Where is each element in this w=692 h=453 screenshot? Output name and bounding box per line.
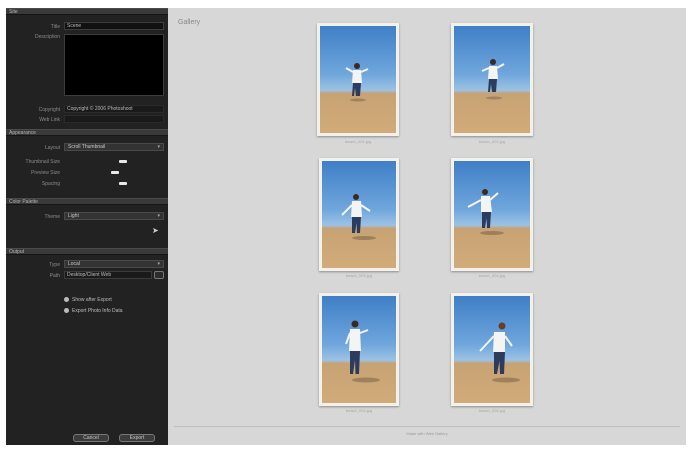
- photo-caption: beach_004.jpg: [478, 273, 506, 278]
- slider-label: Thumbnail Size: [25, 159, 60, 165]
- gallery-title: Gallery: [178, 19, 201, 26]
- section-header-color-palette[interactable]: Color Palette: [6, 198, 168, 205]
- radio-check-icon: [64, 297, 69, 303]
- output-type-select[interactable]: Local ▾: [64, 260, 164, 268]
- photo-image: [454, 26, 530, 133]
- dropdown-caret-icon: ▾: [157, 144, 160, 150]
- photo-caption: beach_006.jpg: [478, 408, 506, 413]
- app-window: Site Title Scene Description Copyright C…: [6, 8, 686, 445]
- web-link-field[interactable]: [64, 115, 164, 123]
- copyright-label: Copyright: [38, 107, 60, 113]
- photo-image: [454, 296, 530, 403]
- export-photo-info-option[interactable]: Export Photo Info Data: [64, 308, 123, 314]
- slider-label: Preview Size: [31, 170, 60, 176]
- gallery-photo[interactable]: [451, 23, 533, 136]
- gallery-photo[interactable]: [451, 293, 533, 406]
- spacing-slider[interactable]: [119, 182, 127, 185]
- theme-select-value: Light: [68, 213, 79, 219]
- title-field[interactable]: Scene: [64, 22, 164, 30]
- option-label: Export Photo Info Data: [72, 308, 123, 314]
- export-button[interactable]: Export: [119, 434, 155, 442]
- photo-caption: beach_003.jpg: [345, 273, 373, 278]
- title-label: Title: [50, 24, 60, 30]
- output-type-value: Local: [68, 261, 80, 267]
- radio-check-icon: [64, 308, 69, 314]
- section-header-appearance[interactable]: Appearance: [6, 129, 168, 136]
- folder-browse-icon[interactable]: [154, 271, 164, 279]
- photo-caption: beach_005.jpg: [345, 408, 373, 413]
- dropdown-caret-icon: ▾: [157, 261, 160, 267]
- show-after-export-option[interactable]: Show after Export: [64, 297, 112, 303]
- photo-image: [322, 296, 396, 403]
- path-field[interactable]: Desktop/Client Web: [64, 271, 152, 279]
- gallery-photo[interactable]: [317, 23, 399, 136]
- theme-select[interactable]: Light ▾: [64, 212, 164, 220]
- gallery-photo[interactable]: [319, 293, 399, 406]
- gallery-photo[interactable]: [451, 158, 533, 271]
- slider-label: Spacing: [41, 181, 60, 187]
- photo-image: [322, 161, 396, 268]
- footer-divider: [174, 426, 680, 427]
- dropdown-caret-icon: ▾: [157, 213, 160, 219]
- mouse-cursor-icon: ➤: [152, 226, 159, 235]
- thumbnail-size-slider[interactable]: [119, 160, 127, 163]
- option-label: Show after Export: [72, 297, 112, 303]
- copyright-field[interactable]: Copyright © 2006 Photoshoot: [64, 105, 164, 113]
- photo-caption: beach_002.jpg: [478, 139, 506, 144]
- layout-select-value: Scroll Thumbnail: [68, 144, 106, 150]
- web-link-label: Web Link: [39, 117, 60, 123]
- photo-caption: beach_001.jpg: [344, 139, 372, 144]
- photo-image: [320, 26, 396, 133]
- type-label: Type: [49, 262, 60, 268]
- layout-select[interactable]: Scroll Thumbnail ▾: [64, 143, 164, 151]
- path-label: Path: [49, 273, 60, 279]
- description-field[interactable]: [64, 34, 164, 96]
- gallery-footer: Made with Web Gallery: [406, 431, 448, 436]
- section-header-output[interactable]: Output: [6, 248, 168, 255]
- cancel-button[interactable]: Cancel: [73, 434, 109, 442]
- section-header-site[interactable]: Site: [6, 8, 168, 15]
- description-label: Description: [34, 34, 60, 40]
- gallery-preview: Gallery beach_001.jpg beach_002.jpg beac…: [168, 8, 686, 445]
- gallery-photo[interactable]: [319, 158, 399, 271]
- settings-sidebar: Site Title Scene Description Copyright C…: [6, 8, 168, 445]
- theme-label: Theme: [44, 214, 60, 220]
- preview-size-slider[interactable]: [111, 171, 119, 174]
- photo-image: [454, 161, 530, 268]
- layout-label: Layout: [44, 145, 60, 151]
